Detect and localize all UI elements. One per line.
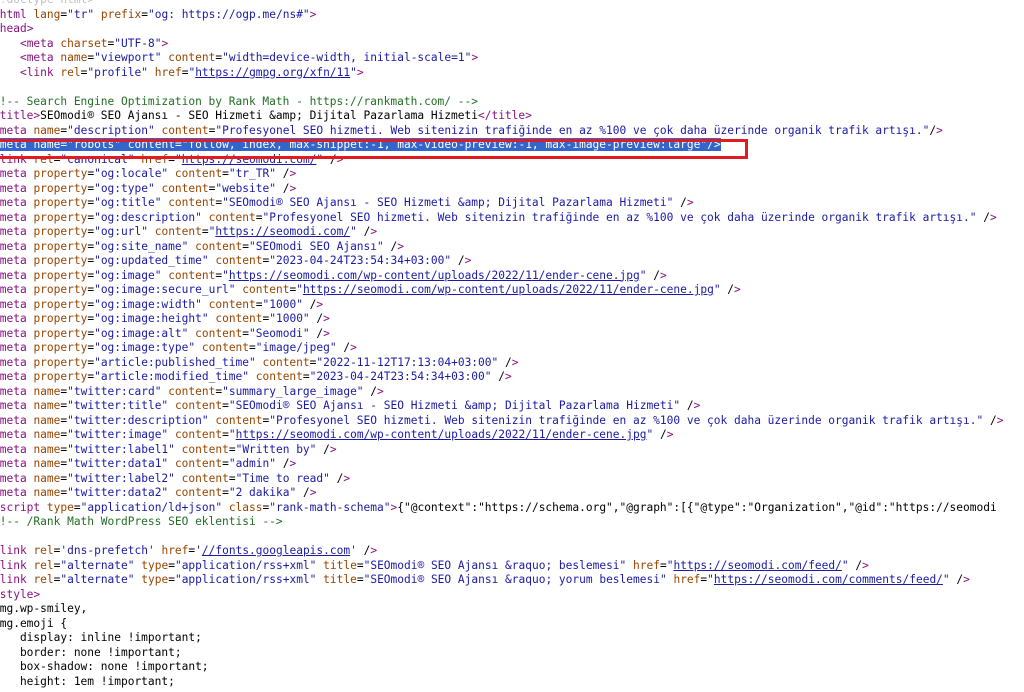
source-line: <!-- /Rank Math WordPress SEO eklentisi … xyxy=(0,515,283,528)
source-line: <meta property="og:description" content=… xyxy=(0,210,997,224)
source-link[interactable]: https://seomodi.com/ xyxy=(215,225,350,238)
source-line: <meta property="og:image" content="https… xyxy=(0,268,667,282)
source-line: <link rel="canonical" href="https://seom… xyxy=(0,152,344,166)
source-line: <link rel="profile" href="https://gmpg.o… xyxy=(19,65,364,79)
source-link[interactable]: https://seomodi.com/feed/ xyxy=(673,559,841,572)
source-line: <link rel="alternate" type="application/… xyxy=(0,558,869,572)
source-line: <!-- Search Engine Optimization by Rank … xyxy=(0,94,478,108)
source-line: <link rel="alternate" type="application/… xyxy=(0,573,970,586)
source-line: height: 1em !important; xyxy=(0,674,175,688)
source-link[interactable]: https://seomodi.com/wp-content/uploads/2… xyxy=(303,283,714,296)
source-link[interactable]: https://seomodi.com/wp-content/uploads/2… xyxy=(229,269,640,282)
source-line: <!doctype html> xyxy=(0,0,94,8)
source-line: <meta property="og:title" content="SEOmo… xyxy=(0,196,694,209)
source-line: box-shadow: none !important; xyxy=(0,660,209,673)
source-line: <link rel='dns-prefetch' href='//fonts.g… xyxy=(0,544,378,557)
source-link[interactable]: https://seomodi.com/ xyxy=(182,153,317,166)
source-line: <meta name="twitter:description" content… xyxy=(0,413,1004,427)
source-line: <meta property="og:image:type" content="… xyxy=(0,341,357,354)
source-line: <head> xyxy=(0,22,34,35)
source-line: <meta property="og:image:alt" content="S… xyxy=(0,326,330,340)
source-line: <html lang="tr" prefix="og: https://ogp.… xyxy=(0,7,317,21)
source-line: <meta name="twitter:card" content="summa… xyxy=(0,384,384,398)
source-link[interactable]: https://seomodi.com/comments/feed/ xyxy=(714,573,943,586)
source-line: <meta property="og:updated_time" content… xyxy=(0,254,472,267)
source-line: <meta property="og:image:secure_url" con… xyxy=(0,283,741,296)
source-line: <meta name="twitter:label1" content="Wri… xyxy=(0,442,337,456)
source-line: <meta name="twitter:data2" content="2 da… xyxy=(0,486,317,499)
source-line: <meta charset="UTF-8"> xyxy=(19,36,169,50)
source-line: img.wp-smiley, xyxy=(0,602,88,615)
source-link[interactable]: https://seomodi.com/wp-content/uploads/2… xyxy=(236,428,647,441)
source-line: img.emoji { xyxy=(0,616,68,630)
source-link[interactable]: https://gmpg.org/xfn/11 xyxy=(195,66,350,79)
source-line: <style> xyxy=(0,587,41,601)
source-line: <script type="application/ld+json" class… xyxy=(0,500,997,514)
source-line: <meta property="og:image:width" content=… xyxy=(0,297,324,311)
source-line: <meta name="twitter:label2" content="Tim… xyxy=(0,471,351,485)
source-line: <meta property="og:locale" content="tr_T… xyxy=(0,167,297,180)
source-line: <meta property="og:url" content="https:/… xyxy=(0,225,378,238)
source-line: <meta name="twitter:image" content="http… xyxy=(0,428,674,441)
source-line: <meta property="og:site_name" content="S… xyxy=(0,239,404,253)
source-line-highlighted: <meta name="robots" content="follow, ind… xyxy=(0,138,721,153)
source-code-view: <!doctype html><html lang="tr" prefix="o… xyxy=(0,0,1024,692)
source-line: <meta name="viewport" content="width=dev… xyxy=(19,51,479,64)
source-line: <meta property="og:image:height" content… xyxy=(0,312,330,325)
source-line: <title>SEOmodi® SEO Ajansı - SEO Hizmeti… xyxy=(0,109,532,122)
source-line: border: none !important; xyxy=(0,645,182,659)
source-line: <meta property="article:published_time" … xyxy=(0,355,519,369)
source-line: <meta name="twitter:data1" content="admi… xyxy=(0,457,297,470)
source-line: <meta property="article:modified_time" c… xyxy=(0,370,512,383)
source-line: <meta name="description" content="Profes… xyxy=(0,123,943,137)
source-line: <meta name="twitter:title" content="SEOm… xyxy=(0,399,701,412)
source-link[interactable]: //fonts.googleapis.com xyxy=(202,544,350,557)
source-line: display: inline !important; xyxy=(0,631,202,644)
source-line: <meta property="og:type" content="websit… xyxy=(0,181,297,195)
